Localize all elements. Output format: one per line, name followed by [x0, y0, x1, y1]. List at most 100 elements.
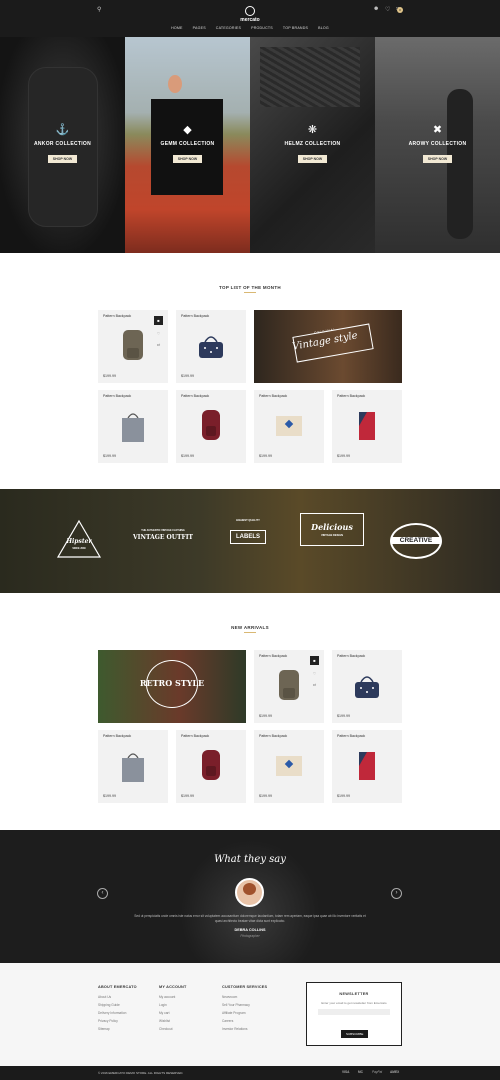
compare-icon[interactable]: ⇄	[154, 340, 163, 349]
promo-banner-vintage[interactable]: ORIGINAL Vintage style	[254, 310, 402, 383]
footer-link[interactable]: Login	[159, 1003, 187, 1007]
footer-link[interactable]: My cart	[159, 1011, 187, 1015]
product-name[interactable]: Pattern Backpack	[337, 654, 365, 658]
product-card[interactable]: Pattern Backpack $199.99	[176, 310, 246, 383]
main-nav: HOME PAGES CATEGORIES PRODUCTS TOP BRAND…	[0, 26, 500, 30]
hero-caption: ⚓ ANKOR COLLECTION SHOP NOW	[0, 123, 125, 165]
product-name[interactable]: Pattern Backpack	[259, 734, 287, 738]
hero-title: GEMM COLLECTION	[160, 141, 215, 147]
logo-text: mercato	[240, 17, 260, 23]
product-name[interactable]: Pattern Backpack	[259, 654, 287, 658]
product-card[interactable]: Pattern Backpack $199.99	[98, 730, 168, 803]
footer-heading: CUSTOMER SERVICES	[222, 985, 268, 989]
search-icon[interactable]: ⚲	[97, 6, 101, 13]
footer-link[interactable]: About Us	[98, 995, 137, 999]
mastercard-icon: MC	[358, 1070, 363, 1074]
hero-panel-helmz[interactable]: ❋ HELMZ COLLECTION SHOP NOW	[250, 37, 375, 253]
badge-creative: CREATIVE	[390, 523, 442, 559]
heart-icon[interactable]: ♡	[385, 6, 390, 13]
hero-panel-arowy[interactable]: ✖ AROWY COLLECTION SHOP NOW	[375, 37, 500, 253]
hero-panel-gemm[interactable]: ◆ GEMM COLLECTION SHOP NOW	[125, 37, 250, 253]
footer-link[interactable]: Privacy Policy	[98, 1019, 137, 1023]
shop-now-button[interactable]: SHOP NOW	[47, 155, 78, 163]
product-card[interactable]: Pattern Backpack $199.99	[332, 730, 402, 803]
chevron-right-icon[interactable]: ›	[391, 888, 402, 899]
product-price: $199.99	[103, 454, 116, 458]
footer-link[interactable]: Wishlist	[159, 1019, 187, 1023]
product-image	[352, 406, 382, 444]
subscribe-button[interactable]: SUBSCRIBE	[341, 1030, 369, 1038]
testimonial-section: What they say ‹ › Sed ut perspiciatis un…	[0, 830, 500, 963]
product-price: $199.99	[103, 794, 116, 798]
product-image	[118, 326, 148, 364]
product-card[interactable]: Pattern Backpack $199.99	[176, 390, 246, 463]
footer-link[interactable]: Shipping Guide	[98, 1003, 137, 1007]
product-card[interactable]: Pattern Backpack $199.99	[332, 650, 402, 723]
product-card[interactable]: Pattern Backpack $199.99	[98, 390, 168, 463]
footer-link[interactable]: Sell Your Pharmacy	[222, 1003, 267, 1007]
testimonial-name: DEBRA COLLINS	[234, 928, 266, 932]
product-name[interactable]: Pattern Backpack	[103, 314, 131, 318]
product-card[interactable]: Pattern Backpack $199.99	[176, 730, 246, 803]
nav-blog[interactable]: BLOG	[318, 26, 329, 30]
product-price: $199.99	[259, 454, 272, 458]
shop-now-button[interactable]: SHOP NOW	[172, 155, 203, 163]
product-name[interactable]: Pattern Backpack	[259, 394, 287, 398]
footer-link[interactable]: Delivery Information	[98, 1011, 137, 1015]
logo[interactable]: mercato	[235, 6, 265, 23]
newsletter-text: Enter your email to get newsletter from …	[321, 1001, 387, 1005]
product-image	[274, 406, 304, 444]
product-name[interactable]: Pattern Backpack	[181, 734, 209, 738]
product-name[interactable]: Pattern Backpack	[337, 734, 365, 738]
footer-link[interactable]: Checkout	[159, 1027, 187, 1031]
user-icon[interactable]: ☻	[373, 6, 379, 12]
product-card[interactable]: Pattern Backpack ■ ♡ ⇄ $199.99	[254, 650, 324, 723]
product-image	[196, 326, 226, 364]
badge-text: VINTAGE OUTFIT	[133, 534, 193, 541]
product-name[interactable]: Pattern Backpack	[337, 394, 365, 398]
heart-icon[interactable]: ♡	[310, 669, 319, 678]
product-image	[118, 746, 148, 784]
shop-now-button[interactable]: SHOP NOW	[422, 155, 453, 163]
footer-link[interactable]: Newsroom	[222, 995, 267, 999]
shop-now-button[interactable]: SHOP NOW	[297, 155, 328, 163]
footer-heading: MY ACCOUNT	[159, 985, 187, 989]
product-card[interactable]: Pattern Backpack ■ ♡ ⇄ $199.99	[98, 310, 168, 383]
product-name[interactable]: Pattern Backpack	[181, 394, 209, 398]
nav-pages[interactable]: PAGES	[193, 26, 206, 30]
product-image	[196, 406, 226, 444]
badge-subtext: THE AUTHENTIC VINTAGE CLOTHING	[141, 529, 185, 532]
nav-products[interactable]: PRODUCTS	[251, 26, 273, 30]
arrows-icon: ✖	[432, 124, 443, 136]
badge-text: Delicious	[311, 522, 353, 532]
chevron-left-icon[interactable]: ‹	[97, 888, 108, 899]
badge-hipster: Hipster SINCE 2009	[56, 519, 102, 564]
nav-home[interactable]: HOME	[171, 26, 183, 30]
hero-panel-ankor[interactable]: ⚓ ANKOR COLLECTION SHOP NOW	[0, 37, 125, 253]
hero-caption: ❋ HELMZ COLLECTION SHOP NOW	[250, 123, 375, 165]
footer-link[interactable]: Sitemap	[98, 1027, 137, 1031]
product-name[interactable]: Pattern Backpack	[103, 394, 131, 398]
product-card[interactable]: Pattern Backpack $199.99	[254, 390, 324, 463]
product-name[interactable]: Pattern Backpack	[103, 734, 131, 738]
nav-top-brands[interactable]: TOP BRANDS	[283, 26, 308, 30]
heart-icon[interactable]: ♡	[154, 329, 163, 338]
cart-icon[interactable]: ■	[154, 316, 163, 325]
bottom-bar: © 2016 EMERCATO DEMO STORE. ALL RIGHTS R…	[0, 1066, 500, 1080]
promo-text: RETRO STYLE	[139, 678, 205, 688]
product-card[interactable]: Pattern Backpack $199.99	[332, 390, 402, 463]
product-name[interactable]: Pattern Backpack	[181, 314, 209, 318]
section-title-top-list: TOP LIST OF THE MONTH	[0, 285, 500, 293]
cart-icon[interactable]: ■	[310, 656, 319, 665]
compare-icon[interactable]: ⇄	[310, 680, 319, 689]
newsletter-title: NEWSLETTER	[339, 992, 369, 996]
footer-link[interactable]: Investor Relations	[222, 1027, 267, 1031]
promo-banner-retro[interactable]: RETRO STYLE	[98, 650, 246, 723]
footer-link[interactable]: Careers	[222, 1019, 267, 1023]
nav-categories[interactable]: CATEGORIES	[216, 26, 241, 30]
footer-link[interactable]: Affiliate Program	[222, 1011, 267, 1015]
newsletter-email-input[interactable]	[318, 1009, 390, 1015]
footer-link[interactable]: My account	[159, 995, 187, 999]
product-card[interactable]: Pattern Backpack $199.99	[254, 730, 324, 803]
product-price: $199.99	[259, 794, 272, 798]
